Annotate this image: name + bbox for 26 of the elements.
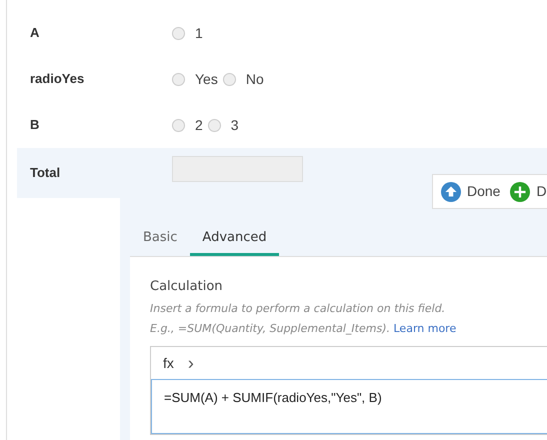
section-heading: Calculation (150, 278, 224, 296)
add-button[interactable]: D (510, 181, 547, 202)
expand-button[interactable]: › (188, 350, 194, 376)
field-label: Total (29, 164, 62, 182)
option-label: 3 (230, 116, 239, 134)
option-label: Yes (195, 70, 218, 88)
tab[interactable]: Basic (130, 224, 190, 256)
radio-button[interactable] (208, 118, 221, 132)
option-label: 2 (195, 116, 203, 134)
done-button[interactable]: Done (441, 181, 500, 202)
option-label: No (246, 70, 264, 88)
field-label: A (29, 24, 40, 42)
learn-more-link[interactable]: Learn more (394, 322, 456, 335)
help-text: Insert a formula to perform a calculation on this field. (150, 301, 446, 317)
radio-button[interactable] (222, 72, 236, 86)
formula-field[interactable]: =SUM(A) + SUMIF(radioYes,"Yes", B) (151, 379, 547, 434)
radio-button[interactable] (172, 26, 185, 40)
plus-icon (510, 182, 530, 202)
upload-icon (441, 182, 461, 202)
fx-label: fx (163, 354, 174, 372)
option-label: 1 (195, 24, 203, 42)
field-label: B (29, 116, 40, 134)
example-text: E.g., =SUM(Quantity, Supplemental_Items). Learn more (150, 321, 458, 337)
field-label: radioYes (29, 70, 86, 88)
radio-button[interactable] (172, 118, 185, 132)
radio-button[interactable] (172, 72, 185, 86)
